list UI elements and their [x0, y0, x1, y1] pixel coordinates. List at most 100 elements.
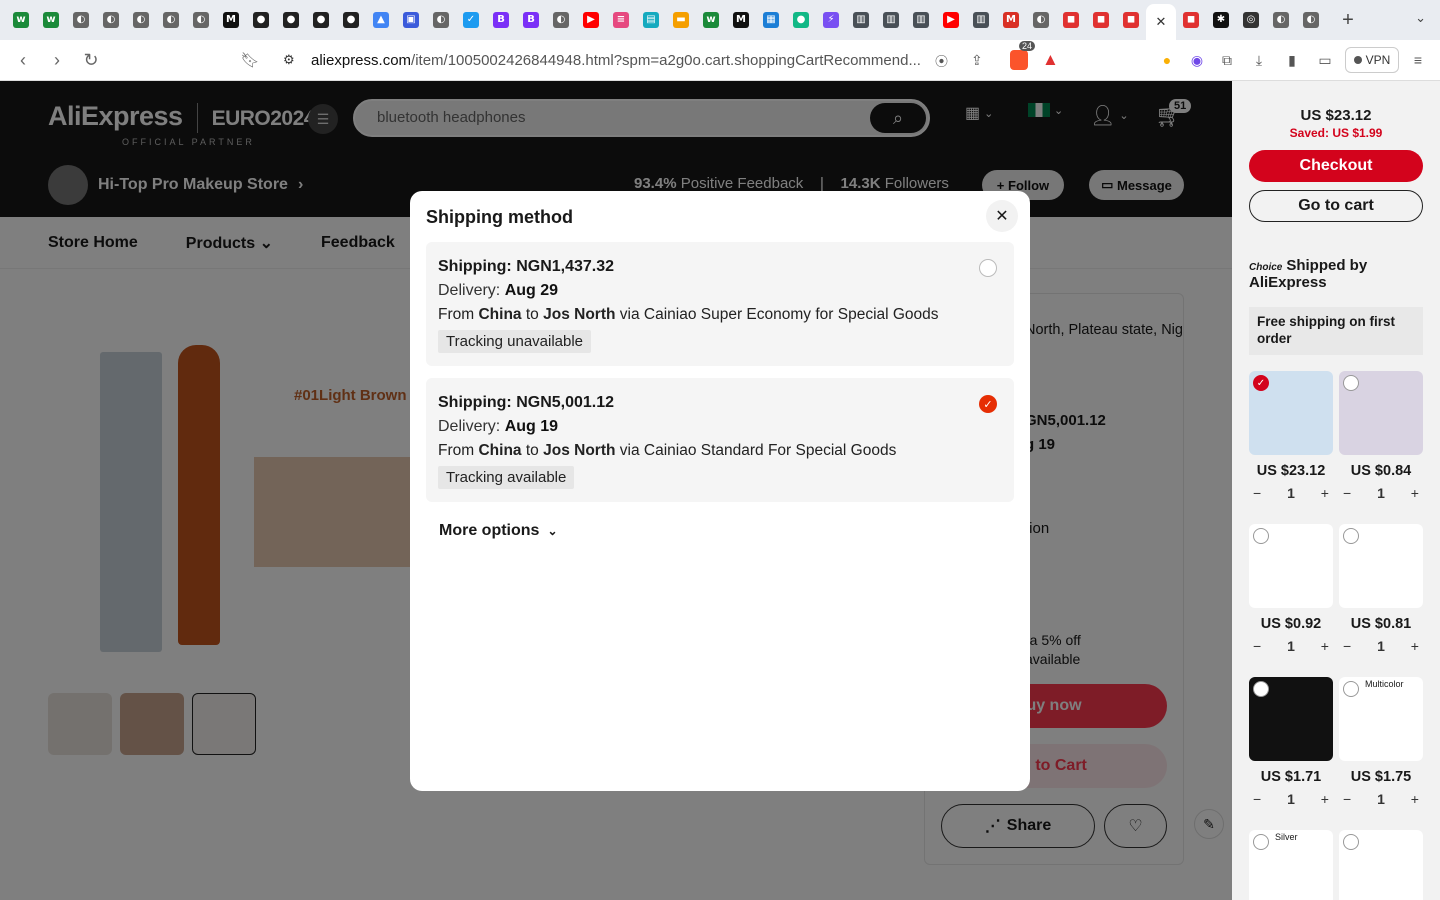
browser-tab[interactable]: ◼	[1056, 5, 1086, 35]
browser-tab[interactable]: ◐	[66, 5, 96, 35]
cart-item-checkbox[interactable]	[1343, 834, 1359, 850]
browser-tab[interactable]: M	[996, 5, 1026, 35]
cart-item-checkbox[interactable]	[1253, 834, 1269, 850]
cart-item-image[interactable]	[1249, 524, 1333, 608]
browser-tab[interactable]: ▬	[666, 5, 696, 35]
cart-item-image[interactable]: Multicolor	[1339, 677, 1423, 761]
address-bar[interactable]: ⚙ aliexpress.com/item/1005002426844948.h…	[273, 41, 1069, 75]
browser-tab[interactable]: ≡	[606, 5, 636, 35]
browser-tab[interactable]: ▥	[846, 5, 876, 35]
increase-button[interactable]: +	[1321, 638, 1329, 654]
browser-tab[interactable]: ◐	[126, 5, 156, 35]
wallet-icon[interactable]: ▭	[1314, 49, 1336, 71]
browser-tab[interactable]: ●	[336, 5, 366, 35]
back-button[interactable]: ‹	[6, 43, 40, 77]
browser-tab[interactable]: ◼	[1176, 5, 1206, 35]
cart-item-checkbox[interactable]	[1253, 528, 1269, 544]
extensions-puzzle-icon[interactable]: ⧉	[1216, 49, 1238, 71]
reload-button[interactable]: ↻	[74, 43, 108, 77]
close-button[interactable]: ✕	[986, 200, 1018, 232]
browser-tab[interactable]: ▦	[756, 5, 786, 35]
browser-tab[interactable]: ⚡	[816, 5, 846, 35]
browser-tab[interactable]: w	[36, 5, 66, 35]
browser-tab[interactable]: ◐	[156, 5, 186, 35]
increase-button[interactable]: +	[1411, 638, 1419, 654]
browser-tab[interactable]: ◐	[546, 5, 576, 35]
browser-tab[interactable]: ▥	[876, 5, 906, 35]
extension-coin-icon[interactable]: ●	[1156, 49, 1178, 71]
cart-item-image[interactable]: ✓	[1249, 371, 1333, 455]
cart-item[interactable]	[1339, 830, 1423, 900]
sidebar-toggle-icon[interactable]: ▮	[1281, 49, 1303, 71]
increase-button[interactable]: +	[1411, 791, 1419, 807]
browser-tab-active[interactable]: ✕	[1146, 4, 1176, 40]
decrease-button[interactable]: −	[1253, 638, 1261, 654]
checkout-button[interactable]: Checkout	[1249, 150, 1423, 182]
share-icon[interactable]: ⇪	[971, 52, 983, 69]
browser-tab[interactable]: ◐	[1026, 5, 1056, 35]
decrease-button[interactable]: −	[1343, 638, 1351, 654]
browser-tab[interactable]: ▥	[906, 5, 936, 35]
bookmark-icon[interactable]: 🔖︎	[233, 43, 267, 77]
cart-item[interactable]: US $0.92 − 1 +	[1249, 524, 1333, 654]
browser-tab[interactable]: ▶	[936, 5, 966, 35]
decrease-button[interactable]: −	[1253, 485, 1261, 501]
download-icon[interactable]: ⤓	[1248, 49, 1270, 71]
cart-item-image[interactable]: Silver	[1249, 830, 1333, 900]
vpn-button[interactable]: VPN	[1345, 47, 1399, 73]
cart-item-checkbox[interactable]: ✓	[1253, 375, 1269, 391]
cart-item-image[interactable]	[1339, 371, 1423, 455]
browser-tab[interactable]: ✱	[1206, 5, 1236, 35]
browser-tab[interactable]: ◐	[1296, 5, 1326, 35]
browser-tab[interactable]: ◼	[1116, 5, 1146, 35]
cart-item-image[interactable]	[1249, 677, 1333, 761]
browser-tab[interactable]: w	[696, 5, 726, 35]
cart-item-checkbox[interactable]	[1343, 375, 1359, 391]
decrease-button[interactable]: −	[1253, 791, 1261, 807]
browser-tab[interactable]: ▥	[966, 5, 996, 35]
browser-tab[interactable]: ◼	[1086, 5, 1116, 35]
shipping-option[interactable]: Shipping: NGN5,001.12 Delivery: Aug 19 F…	[426, 378, 1014, 502]
more-options-button[interactable]: More options ⌄	[439, 522, 558, 540]
browser-tab[interactable]: ●	[246, 5, 276, 35]
brave-shield-icon[interactable]	[1010, 50, 1028, 70]
cart-item-checkbox[interactable]	[1343, 528, 1359, 544]
cart-item-image[interactable]	[1339, 830, 1423, 900]
browser-tab[interactable]: w	[6, 5, 36, 35]
forward-button[interactable]: ›	[40, 43, 74, 77]
browser-tab[interactable]: B	[486, 5, 516, 35]
shipping-option[interactable]: Shipping: NGN1,437.32 Delivery: Aug 29 F…	[426, 242, 1014, 366]
option-radio-selected[interactable]: ✓	[979, 395, 997, 413]
browser-tab[interactable]: ✓	[456, 5, 486, 35]
browser-tab[interactable]: ●	[306, 5, 336, 35]
browser-tab[interactable]: B	[516, 5, 546, 35]
site-info-icon[interactable]: ⚙	[283, 52, 295, 68]
browser-tab[interactable]: ▲	[366, 5, 396, 35]
new-tab-button[interactable]: +	[1333, 5, 1363, 35]
browser-tab[interactable]: M	[216, 5, 246, 35]
browser-menu-icon[interactable]: ≡	[1407, 49, 1429, 71]
option-radio[interactable]	[979, 259, 997, 277]
browser-tab[interactable]: ●	[786, 5, 816, 35]
brave-rewards-icon[interactable]: ▲	[1042, 50, 1059, 70]
cart-item-image[interactable]	[1339, 524, 1423, 608]
browser-tab[interactable]: ▤	[636, 5, 666, 35]
browser-tab[interactable]: ◐	[186, 5, 216, 35]
increase-button[interactable]: +	[1411, 485, 1419, 501]
cart-item[interactable]: Silver	[1249, 830, 1333, 900]
cart-item[interactable]: US $0.81 − 1 +	[1339, 524, 1423, 654]
extension-color-icon[interactable]: ◉	[1186, 49, 1208, 71]
cart-item[interactable]: US $0.84 − 1 +	[1339, 371, 1423, 501]
cart-item-checkbox[interactable]	[1253, 681, 1269, 697]
browser-tab[interactable]: ◐	[1266, 5, 1296, 35]
cart-item[interactable]: US $1.71 − 1 +	[1249, 677, 1333, 807]
decrease-button[interactable]: −	[1343, 791, 1351, 807]
cart-item[interactable]: ✓ US $23.12 − 1 +	[1249, 371, 1333, 501]
browser-tab[interactable]: ◐	[426, 5, 456, 35]
decrease-button[interactable]: −	[1343, 485, 1351, 501]
browser-tab[interactable]: M	[726, 5, 756, 35]
browser-tab[interactable]: ▶	[576, 5, 606, 35]
cast-blocked-icon[interactable]: ⦿	[935, 51, 948, 70]
browser-tab[interactable]: ◐	[96, 5, 126, 35]
increase-button[interactable]: +	[1321, 791, 1329, 807]
